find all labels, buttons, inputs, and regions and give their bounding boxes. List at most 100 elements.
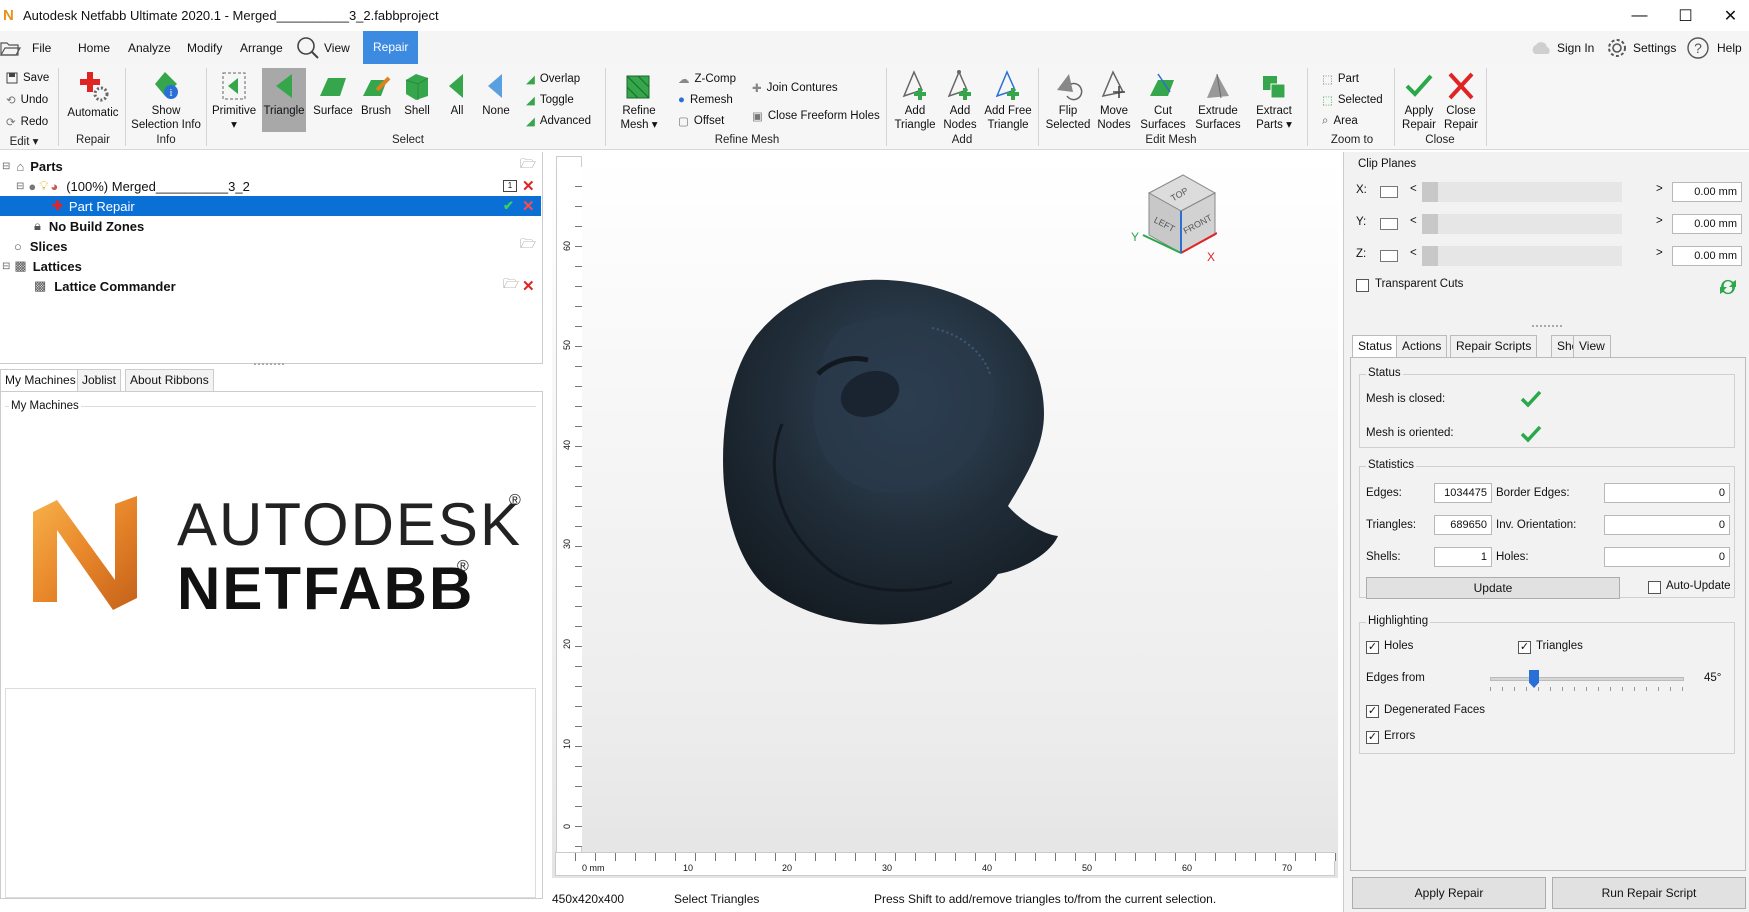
discard-x-icon[interactable]: ✕ <box>522 197 535 215</box>
color-palette-icon[interactable]: ◕ <box>50 179 58 194</box>
tree-row-part-repair[interactable]: ✚ Part Repair ✔ ✕ <box>0 196 541 216</box>
part-count-icon[interactable]: 1 <box>503 180 517 192</box>
join-contures-button[interactable]: ✚ Join Contures <box>752 79 838 97</box>
cut-surfaces-button[interactable]: Cut Surfaces <box>1138 70 1188 132</box>
splitter-grip[interactable] <box>254 363 284 365</box>
accept-check-icon[interactable]: ✔ <box>503 198 514 214</box>
menu-modify[interactable]: Modify <box>183 37 226 59</box>
clip-z-toggle[interactable] <box>1380 250 1398 262</box>
clip-y-right-arrow[interactable]: > <box>1656 215 1663 227</box>
clip-x-slider[interactable] <box>1422 182 1622 202</box>
tree-row-slices[interactable]: ○ Slices 🗁 <box>0 236 541 256</box>
tab-actions[interactable]: Actions <box>1396 335 1448 357</box>
menu-home[interactable]: Home <box>74 37 114 59</box>
clip-y-thumb[interactable] <box>1422 214 1438 234</box>
tab-joblist[interactable]: Joblist <box>77 369 122 391</box>
tree-row-merged-part[interactable]: ⊟ ● 💡︎ ◕ (100%) Merged__________3_2 1 ✕ <box>0 176 541 196</box>
clip-x-right-arrow[interactable]: > <box>1656 183 1663 195</box>
tab-view[interactable]: View <box>1573 335 1611 357</box>
degenerated-faces-checkbox[interactable]: ✓ <box>1366 705 1379 718</box>
remove-part-x-icon[interactable]: ✕ <box>522 177 535 195</box>
minimize-button[interactable]: — <box>1617 0 1662 31</box>
edges-from-slider[interactable] <box>1490 670 1684 688</box>
tree-row-no-build-zones[interactable]: 🔒︎ No Build Zones <box>0 216 541 236</box>
extrude-surfaces-button[interactable]: Extrude Surfaces <box>1190 70 1246 132</box>
open-folder-icon[interactable]: 🗁 <box>503 275 519 297</box>
toggle-button[interactable]: ◢ Toggle <box>526 91 574 109</box>
redo-button[interactable]: ⟳ Redo <box>6 113 48 131</box>
surface-select-button[interactable]: Surface <box>310 70 356 118</box>
clip-y-toggle[interactable] <box>1380 218 1398 230</box>
save-button[interactable]: Save <box>6 69 49 87</box>
holes-checkbox[interactable]: ✓ <box>1366 641 1379 654</box>
3d-viewport[interactable]: 0 mm 10 20 30 40 50 60 TOP LEFT FRONT Y <box>552 156 1338 878</box>
undo-button[interactable]: ⟲ Undo <box>6 91 48 109</box>
mesh-model-head[interactable] <box>722 274 1102 654</box>
tab-repair-scripts[interactable]: Repair Scripts <box>1450 335 1538 357</box>
open-folder-icon[interactable]: 🗁 <box>520 235 536 257</box>
z-comp-button[interactable]: ☁ Z-Comp <box>678 70 736 88</box>
menu-repair[interactable]: Repair <box>363 31 419 64</box>
overlap-button[interactable]: ◢ Overlap <box>526 70 580 88</box>
clip-z-right-arrow[interactable]: > <box>1656 247 1663 259</box>
clip-y-slider[interactable] <box>1422 214 1622 234</box>
primitive-select-button[interactable]: Primitive ▾ <box>212 70 256 132</box>
update-button[interactable]: Update <box>1366 577 1620 599</box>
errors-checkbox[interactable]: ✓ <box>1366 731 1379 744</box>
menu-arrange[interactable]: Arrange <box>236 37 287 59</box>
tree-row-lattice-commander[interactable]: ▩ Lattice Commander 🗁 ✕ <box>0 276 541 296</box>
lightbulb-icon[interactable]: 💡︎ <box>39 178 48 194</box>
automatic-repair-button[interactable]: Automatic <box>66 70 120 120</box>
maximize-button[interactable]: ☐ <box>1663 0 1708 31</box>
clip-x-toggle[interactable] <box>1380 186 1398 198</box>
clip-z-slider[interactable] <box>1422 246 1622 266</box>
select-all-button[interactable]: All <box>440 70 474 118</box>
splitter-grip[interactable] <box>1532 325 1562 327</box>
menu-analyze[interactable]: Analyze <box>124 37 175 59</box>
apply-repair-ribbon-button[interactable]: Apply Repair <box>1398 70 1440 132</box>
clip-z-thumb[interactable] <box>1422 246 1438 266</box>
add-triangle-button[interactable]: Add Triangle <box>890 70 940 132</box>
clip-z-left-arrow[interactable]: < <box>1410 247 1417 259</box>
zoom-to-selected-button[interactable]: ⬚ Selected <box>1322 91 1383 109</box>
close-window-button[interactable]: ✕ <box>1708 0 1749 31</box>
flip-selected-button[interactable]: Flip Selected <box>1042 70 1094 132</box>
clip-z-value[interactable]: 0.00 mm <box>1672 246 1742 266</box>
clip-x-left-arrow[interactable]: < <box>1410 183 1417 195</box>
zoom-to-area-button[interactable]: ⌕ Area <box>1322 112 1358 130</box>
clip-x-thumb[interactable] <box>1422 182 1438 202</box>
move-nodes-button[interactable]: Move Nodes <box>1092 70 1136 132</box>
refine-mesh-button[interactable]: Refine Mesh ▾ <box>612 70 666 132</box>
settings-link[interactable]: Settings <box>1629 37 1680 59</box>
tab-about-ribbons[interactable]: About Ribbons <box>125 369 214 391</box>
view-cube[interactable]: TOP LEFT FRONT Y X <box>1107 161 1217 261</box>
select-none-button[interactable]: None <box>478 70 514 118</box>
tree-row-lattices[interactable]: ⊟ ▩ Lattices <box>0 256 541 276</box>
show-selection-info-button[interactable]: i Show Selection Info <box>130 70 202 132</box>
remesh-button[interactable]: ● Remesh <box>678 91 733 109</box>
folder-open-icon[interactable] <box>0 39 22 57</box>
offset-button[interactable]: ▢ Offset <box>678 112 724 130</box>
extract-parts-button[interactable]: Extract Parts ▾ <box>1248 70 1300 132</box>
run-repair-script-button[interactable]: Run Repair Script <box>1552 877 1746 909</box>
zoom-to-part-button[interactable]: ⬚ Part <box>1322 70 1359 88</box>
tab-my-machines[interactable]: My Machines <box>0 369 81 391</box>
open-folder-icon[interactable]: 🗁 <box>520 155 536 177</box>
tree-expander-icon[interactable]: ⊟ <box>2 161 10 172</box>
shell-select-button[interactable]: Shell <box>398 70 436 118</box>
add-free-triangle-button[interactable]: Add Free Triangle <box>982 70 1034 132</box>
close-freeform-holes-button[interactable]: ▣ Close Freeform Holes <box>752 107 880 125</box>
apply-repair-button[interactable]: Apply Repair <box>1352 877 1546 909</box>
tree-row-parts[interactable]: ⊟ ⌂ Parts 🗁 <box>0 156 541 176</box>
advanced-button[interactable]: ◢ Advanced <box>526 112 591 130</box>
clip-y-left-arrow[interactable]: < <box>1410 215 1417 227</box>
remove-lattice-x-icon[interactable]: ✕ <box>522 277 535 295</box>
brush-select-button[interactable]: Brush <box>356 70 396 118</box>
tree-expander-icon[interactable]: ⊟ <box>2 261 10 272</box>
edit-group-label[interactable]: Edit ▾ <box>4 134 44 148</box>
add-nodes-button[interactable]: Add Nodes <box>938 70 982 132</box>
tab-status[interactable]: Status <box>1352 335 1399 357</box>
triangles-checkbox[interactable]: ✓ <box>1518 641 1531 654</box>
sign-in-link[interactable]: Sign In <box>1553 37 1598 59</box>
menu-view[interactable]: View <box>320 37 354 59</box>
